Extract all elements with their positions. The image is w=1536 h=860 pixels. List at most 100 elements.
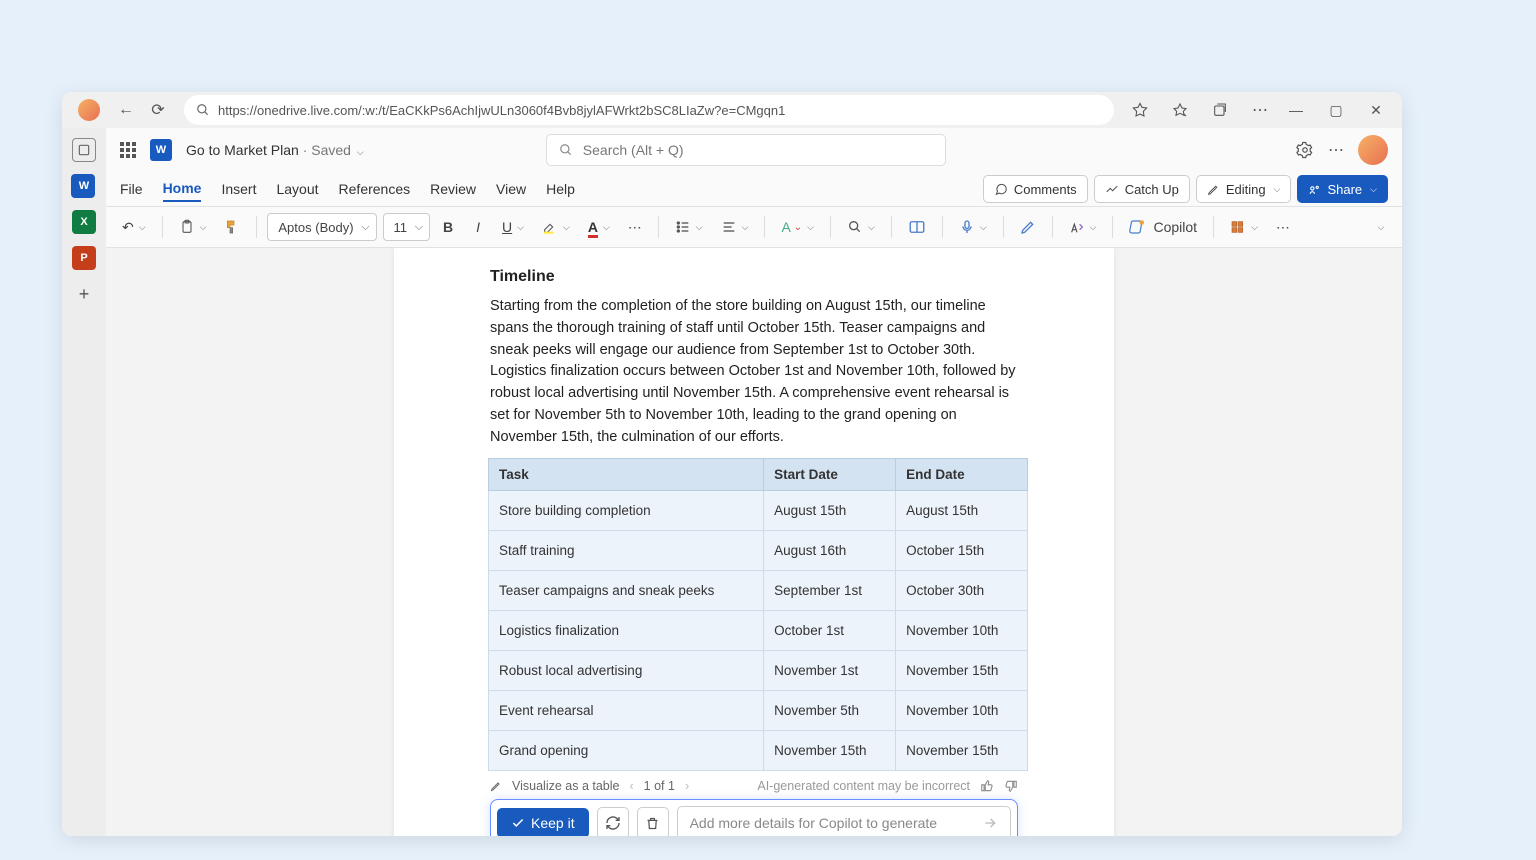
menu-bar: File Home Insert Layout References Revie… (106, 172, 1402, 206)
document-title[interactable]: Go to Market Plan · Saved ⌵ (186, 142, 364, 158)
menu-layout[interactable]: Layout (276, 181, 318, 197)
word-app: W Go to Market Plan · Saved ⌵ Search (Al… (106, 128, 1402, 836)
align-button[interactable]: ⌵ (715, 215, 755, 239)
immersive-reader-button[interactable] (902, 214, 932, 240)
user-avatar[interactable] (1358, 135, 1388, 165)
editor-button[interactable] (1014, 215, 1042, 239)
menu-home[interactable]: Home (163, 180, 202, 202)
timeline-table: Task Start Date End Date Store building … (488, 458, 1028, 771)
clear-format-button[interactable]: A⌄⌵ (775, 215, 820, 239)
table-cell: August 15th (896, 491, 1028, 531)
table-styles-button[interactable]: ⌵ (1224, 215, 1264, 239)
rail-add-icon[interactable]: + (72, 282, 96, 306)
highlight-button[interactable]: ⌵ (536, 215, 576, 239)
table-cell: October 15th (896, 531, 1028, 571)
table-cell: October 1st (764, 611, 896, 651)
table-cell: November 10th (896, 691, 1028, 731)
more-font-button[interactable]: ⋯ (622, 215, 648, 240)
menu-view[interactable]: View (496, 181, 526, 197)
format-painter-button[interactable] (218, 215, 246, 239)
read-aloud-icon[interactable] (1126, 96, 1154, 124)
prev-icon[interactable]: ‹ (629, 779, 633, 793)
thumbs-up-icon[interactable] (980, 779, 994, 793)
font-size-select[interactable]: 11 (383, 213, 431, 241)
editing-button[interactable]: Editing⌵ (1196, 175, 1292, 203)
bold-button[interactable]: B (436, 215, 460, 239)
keep-it-button[interactable]: Keep it (497, 808, 589, 836)
table-cell: Staff training (489, 531, 764, 571)
more-options-icon[interactable]: ⋯ (1328, 140, 1344, 160)
table-row: Store building completionAugust 15thAugu… (489, 491, 1028, 531)
th-start: Start Date (764, 459, 896, 491)
search-input[interactable]: Search (Alt + Q) (546, 134, 946, 166)
paragraph-timeline: Starting from the completion of the stor… (490, 296, 1018, 448)
refresh-button[interactable]: ⟳ (144, 96, 172, 124)
address-bar[interactable]: https://onedrive.live.com/:w:/t/EaCKkPs6… (184, 95, 1114, 125)
app-launcher-icon[interactable] (120, 142, 136, 158)
menu-insert[interactable]: Insert (221, 181, 256, 197)
close-button[interactable]: ✕ (1358, 92, 1394, 128)
menu-help[interactable]: Help (546, 181, 575, 197)
heading-timeline: Timeline (490, 268, 1018, 286)
more-ribbon-button[interactable]: ⋯ (1270, 215, 1296, 240)
search-icon (196, 103, 210, 117)
discard-button[interactable] (637, 807, 669, 836)
undo-button[interactable]: ↶⌵ (116, 215, 152, 240)
visualize-link[interactable]: Visualize as a table (512, 779, 619, 793)
table-row: Event rehearsalNovember 5thNovember 10th (489, 691, 1028, 731)
comments-button[interactable]: Comments (983, 175, 1088, 203)
minimize-button[interactable]: — (1278, 92, 1314, 128)
copilot-input[interactable]: Add more details for Copilot to generate (677, 806, 1011, 836)
browser-toolbar: ← ⟳ https://onedrive.live.com/:w:/t/EaCK… (62, 92, 1402, 128)
page: Timeline Starting from the completion of… (394, 248, 1114, 836)
bullets-button[interactable]: ⌵ (669, 215, 709, 239)
catchup-button[interactable]: Catch Up (1094, 175, 1190, 203)
ribbon-toolbar: ↶⌵ ⌵ Aptos (Body) 11 B I U⌵ ⌵ A⌵ (106, 206, 1402, 248)
table-row: Grand openingNovember 15thNovember 15th (489, 731, 1028, 771)
underline-button[interactable]: U⌵ (496, 215, 530, 239)
share-button[interactable]: Share⌵ (1297, 175, 1388, 203)
search-placeholder: Search (Alt + Q) (583, 142, 684, 158)
copilot-placeholder: Add more details for Copilot to generate (690, 815, 937, 831)
copilot-footer: Visualize as a table ‹ 1 of 1 › AI-gener… (490, 779, 1018, 793)
font-name-select[interactable]: Aptos (Body) (267, 213, 376, 241)
menu-file[interactable]: File (120, 181, 143, 197)
ribbon-chevron-icon[interactable]: ⌵ (1368, 218, 1392, 237)
collections-icon[interactable] (1206, 96, 1234, 124)
url-text: https://onedrive.live.com/:w:/t/EaCKkPs6… (218, 103, 785, 118)
thumbs-down-icon[interactable] (1004, 779, 1018, 793)
table-cell: November 1st (764, 651, 896, 691)
designer-button[interactable]: ⌵ (1063, 215, 1103, 239)
favorites-icon[interactable] (1166, 96, 1194, 124)
browser-window: ← ⟳ https://onedrive.live.com/:w:/t/EaCK… (62, 92, 1402, 836)
menu-references[interactable]: References (339, 181, 411, 197)
more-icon[interactable]: ⋯ (1246, 96, 1274, 124)
rail-powerpoint-icon[interactable]: P (72, 246, 96, 270)
word-title-bar: W Go to Market Plan · Saved ⌵ Search (Al… (106, 128, 1402, 172)
back-button[interactable]: ← (112, 96, 140, 124)
rail-excel-icon[interactable]: X (72, 210, 96, 234)
font-color-button[interactable]: A⌵ (582, 215, 616, 239)
next-icon[interactable]: › (685, 779, 689, 793)
rail-home-icon[interactable] (72, 138, 96, 162)
pencil-icon (490, 780, 502, 792)
send-icon[interactable] (982, 815, 998, 831)
settings-icon[interactable] (1296, 141, 1314, 159)
regenerate-button[interactable] (597, 807, 629, 836)
menu-review[interactable]: Review (430, 181, 476, 197)
maximize-button[interactable]: ▢ (1318, 92, 1354, 128)
document-canvas[interactable]: Timeline Starting from the completion of… (106, 248, 1402, 836)
italic-button[interactable]: I (466, 215, 490, 239)
table-cell: Event rehearsal (489, 691, 764, 731)
table-cell: Logistics finalization (489, 611, 764, 651)
profile-avatar[interactable] (78, 99, 100, 121)
paste-button[interactable]: ⌵ (173, 215, 213, 239)
rail-word-icon[interactable]: W (71, 174, 95, 198)
table-cell: October 30th (896, 571, 1028, 611)
copilot-button[interactable]: Copilot (1123, 214, 1203, 240)
disclaimer-text: AI-generated content may be incorrect (757, 779, 970, 793)
table-row: Robust local advertisingNovember 1stNove… (489, 651, 1028, 691)
table-row: Logistics finalizationOctober 1stNovembe… (489, 611, 1028, 651)
dictate-button[interactable]: ⌵ (953, 215, 993, 239)
find-button[interactable]: ⌵ (841, 215, 881, 239)
